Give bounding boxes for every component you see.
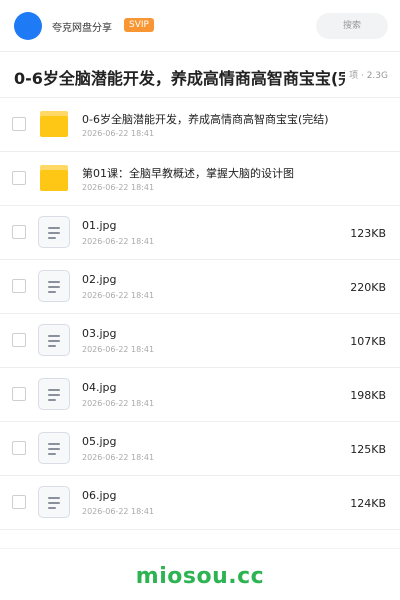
site-name: 夸克网盘分享 — [52, 23, 112, 34]
title-meta-wrap: 项 · 2.3G — [345, 52, 400, 97]
file-icon — [38, 270, 70, 302]
file-row[interactable]: 03.jpg 2026-06-22 18:41 107KB — [0, 314, 400, 368]
file-date: 2026-06-22 18:41 — [82, 237, 155, 246]
row-checkbox[interactable] — [12, 387, 26, 401]
file-name: 06.jpg — [82, 489, 117, 502]
folder-icon — [38, 162, 70, 194]
divider — [0, 548, 400, 549]
file-row[interactable]: 04.jpg 2026-06-22 18:41 198KB — [0, 368, 400, 422]
row-checkbox[interactable] — [12, 225, 26, 239]
file-name: 01.jpg — [82, 219, 117, 232]
file-row[interactable]: 01.jpg 2026-06-22 18:41 123KB — [0, 206, 400, 260]
file-date: 2026-06-22 18:41 — [82, 345, 155, 354]
file-icon — [38, 432, 70, 464]
folder-row[interactable]: 第01课：全脑早教概述，掌握大脑的设计图 2026-06-22 18:41 — [0, 152, 400, 206]
file-size: 125KB — [350, 443, 386, 456]
title-meta: 项 · 2.3G — [349, 71, 388, 81]
file-size: 198KB — [350, 389, 386, 402]
row-checkbox[interactable] — [12, 441, 26, 455]
file-name: 03.jpg — [82, 327, 117, 340]
file-size: 124KB — [350, 497, 386, 510]
file-icon — [38, 378, 70, 410]
file-icon — [38, 216, 70, 248]
file-date: 2026-06-22 18:41 — [82, 399, 155, 408]
file-name: 第01课：全脑早教概述，掌握大脑的设计图 — [82, 167, 294, 180]
file-row[interactable]: 05.jpg 2026-06-22 18:41 125KB — [0, 422, 400, 476]
top-bar: 夸克网盘分享 SVIP 搜索 — [0, 0, 400, 52]
file-icon — [38, 324, 70, 356]
file-date: 2026-06-22 18:41 — [82, 507, 155, 516]
file-date: 2026-06-22 18:41 — [82, 291, 155, 300]
page-title: 0-6岁全脑潜能开发，养成高情商高智商宝宝(完结) — [14, 69, 378, 88]
folder-row[interactable]: 0-6岁全脑潜能开发，养成高情商高智商宝宝(完结) 2026-06-22 18:4… — [0, 98, 400, 152]
file-name: 04.jpg — [82, 381, 117, 394]
row-checkbox[interactable] — [12, 333, 26, 347]
avatar[interactable] — [14, 12, 42, 40]
file-icon — [38, 486, 70, 518]
file-name: 0-6岁全脑潜能开发，养成高情商高智商宝宝(完结) — [82, 113, 329, 126]
file-name: 05.jpg — [82, 435, 117, 448]
file-name: 02.jpg — [82, 273, 117, 286]
row-checkbox[interactable] — [12, 117, 26, 131]
file-size: 220KB — [350, 281, 386, 294]
file-row[interactable]: 02.jpg 2026-06-22 18:41 220KB — [0, 260, 400, 314]
title-bar: 0-6岁全脑潜能开发，养成高情商高智商宝宝(完结) 项 · 2.3G — [0, 52, 400, 98]
file-date: 2026-06-22 18:41 — [82, 453, 155, 462]
file-size: 123KB — [350, 227, 386, 240]
folder-icon — [38, 108, 70, 140]
row-checkbox[interactable] — [12, 279, 26, 293]
svip-badge: SVIP — [124, 18, 154, 32]
row-checkbox[interactable] — [12, 171, 26, 185]
file-size: 107KB — [350, 335, 386, 348]
file-date: 2026-06-22 18:41 — [82, 129, 155, 138]
watermark-logo: miosou.cc — [135, 564, 265, 589]
search-button[interactable]: 搜索 — [316, 13, 388, 39]
row-checkbox[interactable] — [12, 495, 26, 509]
file-date: 2026-06-22 18:41 — [82, 183, 155, 192]
file-row[interactable]: 06.jpg 2026-06-22 18:41 124KB — [0, 476, 400, 530]
file-list: 0-6岁全脑潜能开发，养成高情商高智商宝宝(完结) 2026-06-22 18:4… — [0, 98, 400, 530]
